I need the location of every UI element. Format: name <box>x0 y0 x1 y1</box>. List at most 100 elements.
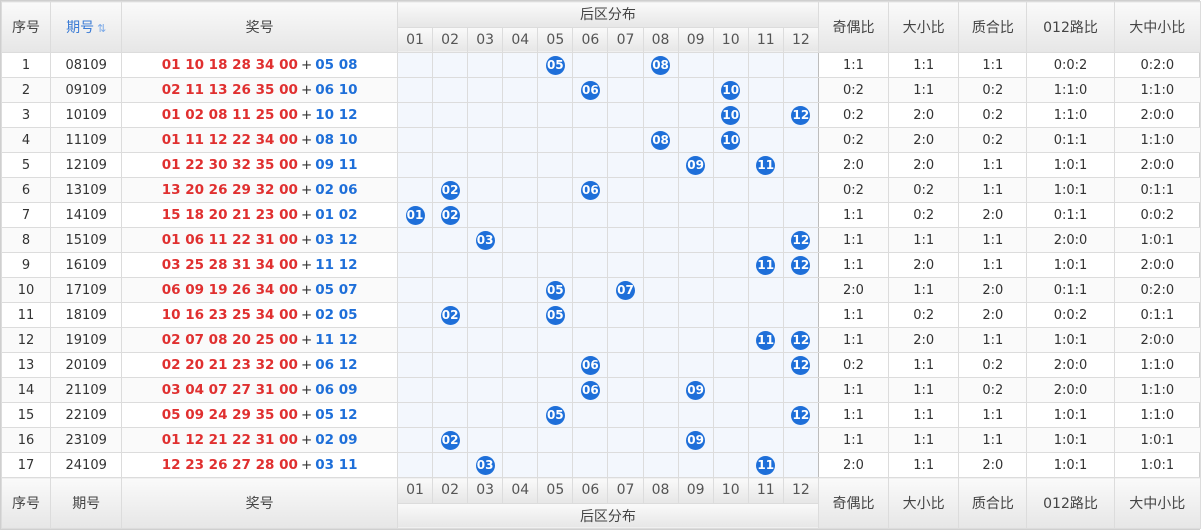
plus-sign: + <box>300 307 313 323</box>
row-big-mid-small-ratio: 2:0:0 <box>1113 102 1202 128</box>
front-numbers: 06 09 19 26 34 00 <box>161 282 298 298</box>
dist-cell <box>642 202 679 228</box>
dist-cell <box>607 377 644 403</box>
row-seq: 11 <box>0 302 52 328</box>
dist-cell <box>642 227 679 253</box>
row-odd-even-ratio: 0:2 <box>817 177 890 203</box>
dist-cell <box>432 127 469 153</box>
dist-cell: 09 <box>677 377 714 403</box>
ball-number: 11 <box>756 255 776 275</box>
row-seq: 6 <box>0 177 52 203</box>
sort-icon[interactable]: ⇅ <box>97 22 106 35</box>
dist-cell <box>642 152 679 178</box>
dist-cell: 02 <box>432 427 469 453</box>
ball-number: 08 <box>651 55 671 75</box>
header-dist-number: 02 <box>432 26 469 53</box>
header-dist-number: 05 <box>537 26 574 53</box>
dist-cell: 11 <box>747 452 784 478</box>
ball-number: 02 <box>440 180 460 200</box>
dist-cell <box>467 52 504 78</box>
table-row: 11 18109 10 16 23 25 34 00 +02 05 02 05 1:1 0:2… <box>0 302 1202 328</box>
row-seq: 16 <box>0 427 52 453</box>
row-issue: 18109 <box>50 302 123 328</box>
table-header: 序号 期号 ⇅ 奖号 后区分布 奇偶比 大小比 质合比 012路比 大中小比 01… <box>0 1 1202 53</box>
row-big-mid-small-ratio: 0:0:2 <box>1113 202 1202 228</box>
ball-number: 05 <box>545 405 565 425</box>
dist-cell <box>642 77 679 103</box>
row-prime-composite-ratio: 0:2 <box>958 352 1028 378</box>
row-012-route-ratio: 2:0:0 <box>1026 227 1115 253</box>
ball-number: 10 <box>721 130 741 150</box>
dist-cell <box>432 252 469 278</box>
plus-sign: + <box>300 132 313 148</box>
row-012-route-ratio: 1:0:1 <box>1026 252 1115 278</box>
row-prime-composite-ratio: 1:1 <box>958 227 1028 253</box>
dist-cell: 10 <box>712 77 749 103</box>
row-big-mid-small-ratio: 0:2:0 <box>1113 277 1202 303</box>
dist-cell <box>467 427 504 453</box>
dist-cell <box>396 427 434 453</box>
dist-cell: 10 <box>712 102 749 128</box>
dist-cell <box>467 77 504 103</box>
dist-cell <box>782 202 819 228</box>
dist-cell <box>432 227 469 253</box>
dist-cell <box>642 377 679 403</box>
row-012-route-ratio: 1:0:1 <box>1026 152 1115 178</box>
dist-cell <box>572 102 609 128</box>
dist-cell <box>712 327 749 353</box>
footer-dist-number: 02 <box>432 477 469 504</box>
dist-cell <box>502 177 539 203</box>
dist-cell <box>677 52 714 78</box>
row-big-mid-small-ratio: 2:0:0 <box>1113 327 1202 353</box>
ball-number: 06 <box>580 380 600 400</box>
row-012-route-ratio: 1:1:0 <box>1026 102 1115 128</box>
row-prize-numbers: 02 20 21 23 32 00 +06 12 <box>121 352 398 378</box>
header-dist-number: 04 <box>502 26 539 53</box>
row-issue: 22109 <box>50 402 123 428</box>
dist-cell: 10 <box>712 127 749 153</box>
dist-cell <box>396 277 434 303</box>
row-odd-even-ratio: 1:1 <box>817 427 890 453</box>
dist-cell <box>747 427 784 453</box>
dist-cell <box>782 427 819 453</box>
row-012-route-ratio: 2:0:0 <box>1026 377 1115 403</box>
row-prime-composite-ratio: 2:0 <box>958 302 1028 328</box>
row-prime-composite-ratio: 2:0 <box>958 202 1028 228</box>
row-odd-even-ratio: 1:1 <box>817 327 890 353</box>
row-big-mid-small-ratio: 2:0:0 <box>1113 252 1202 278</box>
back-numbers: 02 06 <box>315 182 358 198</box>
dist-cell <box>712 352 749 378</box>
dist-cell <box>432 277 469 303</box>
row-seq: 13 <box>0 352 52 378</box>
table-row: 1 08109 01 10 18 28 34 00 +05 08 05 08 1:1 1:1 1… <box>0 52 1202 78</box>
ball-number: 09 <box>686 430 706 450</box>
table-row: 12 19109 02 07 08 20 25 00 +11 12 11 12 1:1 2:0… <box>0 327 1202 353</box>
ball-number: 12 <box>791 355 811 375</box>
front-numbers: 03 04 07 27 31 00 <box>161 382 298 398</box>
ball-number: 12 <box>791 230 811 250</box>
dist-cell <box>642 402 679 428</box>
row-big-small-ratio: 1:1 <box>888 52 960 78</box>
dist-cell: 12 <box>782 352 819 378</box>
header-issue-label: 期号 <box>66 20 95 36</box>
plus-sign: + <box>300 232 313 248</box>
row-012-route-ratio: 1:0:1 <box>1026 177 1115 203</box>
footer-seq: 序号 <box>0 477 52 529</box>
header-issue-sortable[interactable]: 期号 ⇅ <box>50 1 123 53</box>
footer-dist-number: 05 <box>537 477 574 504</box>
front-numbers: 03 25 28 31 34 00 <box>161 257 298 273</box>
dist-cell <box>467 177 504 203</box>
footer-dist-number: 10 <box>712 477 749 504</box>
header-dist-number: 11 <box>747 26 784 53</box>
footer-issue: 期号 <box>50 477 123 529</box>
row-big-mid-small-ratio: 1:1:0 <box>1113 377 1202 403</box>
front-numbers: 01 02 08 11 25 00 <box>161 107 298 123</box>
dist-cell <box>607 202 644 228</box>
table-row: 9 16109 03 25 28 31 34 00 +11 12 11 12 1:1 2:0 1… <box>0 252 1202 278</box>
row-big-mid-small-ratio: 1:0:1 <box>1113 427 1202 453</box>
dist-cell <box>396 402 434 428</box>
table-row: 14 21109 03 04 07 27 31 00 +06 09 06 09 1:1 1:1… <box>0 377 1202 403</box>
dist-cell: 12 <box>782 402 819 428</box>
row-seq: 2 <box>0 77 52 103</box>
ball-number: 06 <box>580 355 600 375</box>
